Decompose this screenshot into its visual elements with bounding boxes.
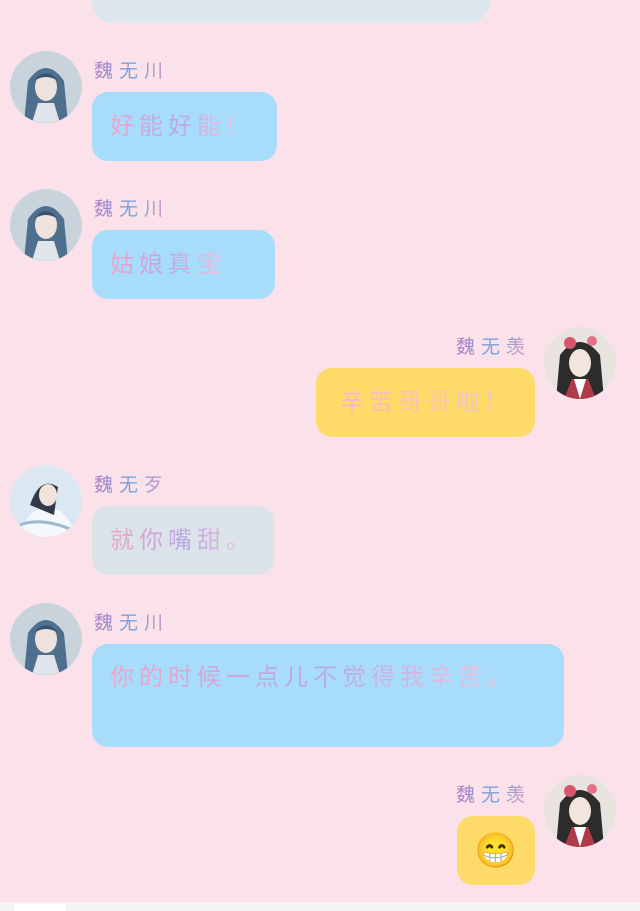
previous-message-bubble: [92, 0, 490, 23]
message-bubble[interactable]: 你的时候一点儿不觉得我辛苦。: [92, 644, 564, 747]
sender-avatar[interactable]: [10, 51, 82, 123]
message-text: 好能好能!: [110, 112, 241, 140]
sender-name: 魏无川: [94, 608, 169, 635]
sender-name: 魏无川: [94, 56, 169, 83]
sender-name: 魏无羡: [456, 780, 531, 807]
sender-avatar[interactable]: [10, 603, 82, 675]
message-text: 你的时候一点儿不觉得我辛苦。: [110, 663, 516, 691]
grinning-face-emoji: 😁: [474, 830, 518, 871]
own-avatar[interactable]: [544, 775, 616, 847]
sender-name: 魏无羡: [456, 332, 531, 359]
message-text: 姑娘真宝: [110, 250, 226, 278]
message-bubble[interactable]: 姑娘真宝: [92, 230, 275, 299]
message-bubble[interactable]: 😁: [457, 816, 535, 885]
red-robed-character-avatar-icon: [544, 775, 616, 847]
message-bubble[interactable]: 就你嘴甜。: [92, 506, 274, 575]
blue-haired-character-avatar-icon: [10, 189, 82, 261]
own-avatar[interactable]: [544, 327, 616, 399]
sender-avatar[interactable]: [10, 465, 82, 537]
blue-haired-character-avatar-icon: [10, 603, 82, 675]
sender-name: 魏无川: [94, 194, 169, 221]
message-bubble[interactable]: 好能好能!: [92, 92, 277, 161]
white-robed-character-avatar-icon: [10, 465, 82, 537]
message-text: 就你嘴甜。: [110, 526, 255, 554]
blue-haired-character-avatar-icon: [10, 51, 82, 123]
sender-avatar[interactable]: [10, 189, 82, 261]
message-bubble[interactable]: 辛苦哥哥啦!: [316, 368, 535, 437]
bottom-edge: [0, 902, 640, 911]
message-text: 辛苦哥哥啦!: [340, 388, 500, 416]
sender-name: 魏无歹: [94, 470, 169, 497]
red-robed-character-avatar-icon: [544, 327, 616, 399]
